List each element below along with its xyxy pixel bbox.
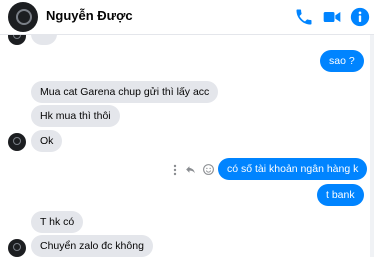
- message-bubble[interactable]: T hk có: [31, 211, 84, 233]
- message-bubble[interactable]: Chuyển zalo đc không: [31, 235, 153, 257]
- chat-header: Nguyễn Được: [0, 0, 374, 35]
- message-bubble[interactable]: Hk mua thì thôi: [31, 105, 120, 127]
- message-bubble[interactable]: Ok: [31, 130, 63, 152]
- contact-avatar[interactable]: [8, 2, 38, 32]
- message-bubble[interactable]: [31, 35, 57, 45]
- message-bubble[interactable]: Mua cat Garena chup gửi thì lấy acc: [31, 81, 219, 103]
- message-bubble[interactable]: có số tài khoản ngân hàng k: [218, 158, 368, 180]
- info-icon[interactable]: [350, 7, 370, 27]
- sender-avatar: [8, 239, 26, 257]
- scrollbar[interactable]: [370, 35, 374, 257]
- more-icon[interactable]: [172, 164, 178, 176]
- contact-name[interactable]: Nguyễn Được: [46, 8, 133, 23]
- react-icon[interactable]: [202, 163, 215, 176]
- message-bubble[interactable]: t bank: [317, 184, 364, 206]
- reply-icon[interactable]: [184, 163, 197, 176]
- phone-icon[interactable]: [294, 7, 314, 27]
- message-bubble[interactable]: sao ?: [320, 50, 364, 72]
- sender-avatar: [8, 133, 26, 151]
- video-camera-icon[interactable]: [322, 7, 342, 27]
- message-list[interactable]: sao ? Mua cat Garena chup gửi thì lấy ac…: [0, 35, 374, 257]
- sender-avatar: [8, 35, 26, 45]
